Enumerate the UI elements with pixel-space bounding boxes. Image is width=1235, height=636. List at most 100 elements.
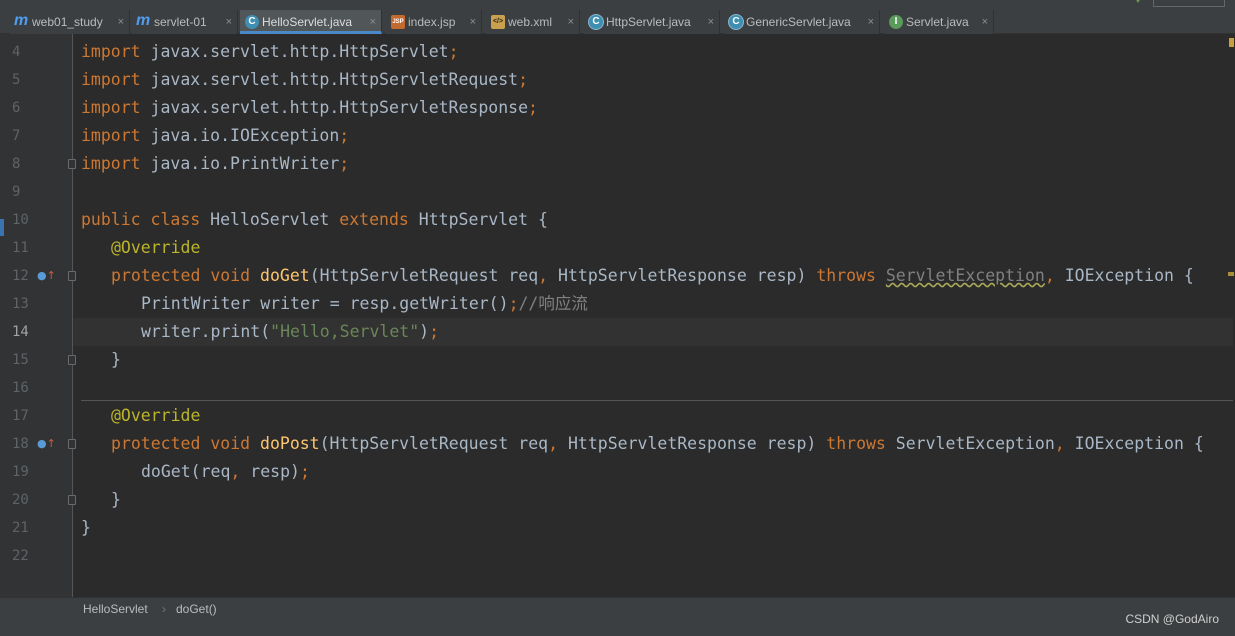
tab-label: HttpServlet.java bbox=[606, 15, 691, 29]
xml-file-icon: </> bbox=[491, 15, 505, 29]
code-text: doGet(req bbox=[141, 462, 231, 481]
code-text: ) bbox=[419, 322, 430, 341]
comment: //响应流 bbox=[518, 294, 588, 313]
close-icon[interactable]: × bbox=[470, 10, 476, 34]
class-name: HelloServlet bbox=[200, 210, 340, 229]
keyword: protected void bbox=[111, 434, 251, 453]
overrides-method-icon[interactable]: ●↑ bbox=[37, 437, 56, 451]
code-text: javax.servlet.http.HttpServletRequest bbox=[140, 70, 519, 89]
watermark: CSDN @GodAiro bbox=[1125, 612, 1219, 626]
line-number: 15 bbox=[12, 352, 29, 368]
annotation: @Override bbox=[111, 238, 201, 257]
code-editor[interactable]: import javax.servlet.http.HttpServlet; i… bbox=[73, 34, 1235, 597]
overrides-method-icon[interactable]: ●↑ bbox=[37, 269, 56, 283]
close-icon[interactable]: × bbox=[568, 10, 574, 34]
comma: , bbox=[548, 434, 559, 453]
keyword: import bbox=[81, 42, 141, 61]
tab-servlet-java[interactable]: I Servlet.java × bbox=[884, 10, 994, 34]
semicolon: ; bbox=[508, 294, 519, 313]
keyword: throws bbox=[816, 266, 876, 285]
code-text: } bbox=[111, 350, 121, 369]
code-text: ServletException bbox=[885, 434, 1055, 453]
tab-label: GenericServlet.java bbox=[746, 15, 851, 29]
line-number: 18 bbox=[12, 436, 29, 452]
java-class-icon: C bbox=[245, 15, 259, 29]
semicolon: ; bbox=[299, 462, 310, 481]
run-config-selector[interactable] bbox=[1153, 0, 1225, 7]
semicolon: ; bbox=[518, 70, 529, 89]
code-text: javax.servlet.http.HttpServlet bbox=[140, 42, 449, 61]
line-number: 6 bbox=[12, 100, 21, 116]
tab-httpservlet-java[interactable]: C HttpServlet.java × bbox=[584, 10, 720, 34]
code-text: IOException { bbox=[1054, 266, 1194, 285]
line-number: 20 bbox=[12, 492, 29, 508]
close-icon[interactable]: × bbox=[226, 10, 232, 34]
editor-tab-bar: m web01_study × m servlet-01 × C HelloSe… bbox=[0, 0, 1235, 34]
code-text: (HttpServletRequest req bbox=[309, 266, 539, 285]
line-number: 8 bbox=[12, 156, 21, 172]
tab-label: web.xml bbox=[508, 15, 553, 29]
line-number: 7 bbox=[12, 128, 21, 144]
code-line-10: public class HelloServlet extends HttpSe… bbox=[81, 206, 548, 234]
keyword: import bbox=[81, 154, 141, 173]
keyword: throws bbox=[826, 434, 886, 453]
code-text: HttpServlet { bbox=[408, 210, 548, 229]
breadcrumb-class[interactable]: HelloServlet bbox=[83, 602, 148, 616]
semicolon: ; bbox=[448, 42, 459, 61]
tab-label: Servlet.java bbox=[906, 15, 969, 29]
warning-stripe[interactable] bbox=[1228, 272, 1234, 276]
code-text: } bbox=[81, 518, 91, 537]
breadcrumb-separator: › bbox=[162, 602, 166, 616]
tab-web01-study[interactable]: m web01_study × bbox=[10, 10, 130, 34]
keyword: import bbox=[81, 70, 141, 89]
semicolon: ; bbox=[339, 154, 350, 173]
close-icon[interactable]: × bbox=[868, 10, 874, 34]
line-number: 10 bbox=[12, 212, 29, 228]
code-line-17: @Override bbox=[81, 402, 200, 430]
code-text: resp) bbox=[240, 462, 300, 481]
code-text: javax.servlet.http.HttpServletResponse bbox=[140, 98, 529, 117]
breadcrumb-method[interactable]: doGet() bbox=[176, 602, 217, 616]
warning-stripe[interactable] bbox=[1229, 38, 1234, 47]
method-name: doPost bbox=[260, 434, 320, 453]
unused-warning: ServletException bbox=[885, 266, 1045, 285]
code-line-19: doGet(req, resp); bbox=[81, 458, 310, 486]
jsp-file-icon: JSP bbox=[391, 15, 405, 29]
code-text: IOException { bbox=[1064, 434, 1204, 453]
code-line-12: protected void doGet(HttpServletRequest … bbox=[81, 262, 1194, 290]
tab-label: servlet-01 bbox=[154, 15, 207, 29]
line-number: 12 bbox=[12, 268, 29, 284]
code-text: java.io.PrintWriter bbox=[140, 154, 340, 173]
tab-index-jsp[interactable]: JSP index.jsp × bbox=[386, 10, 482, 34]
keyword: import bbox=[81, 98, 141, 117]
tab-helloservlet-java[interactable]: C HelloServlet.java × bbox=[240, 10, 382, 34]
close-icon[interactable]: × bbox=[370, 10, 376, 31]
tab-web-xml[interactable]: </> web.xml × bbox=[486, 10, 580, 34]
tab-genericservlet-java[interactable]: C GenericServlet.java × bbox=[724, 10, 880, 34]
line-number: 22 bbox=[12, 548, 29, 564]
code-text: writer.print( bbox=[141, 322, 271, 341]
code-line-11: @Override bbox=[81, 234, 200, 262]
tab-label: HelloServlet.java bbox=[262, 15, 353, 29]
check-icon: ✔ bbox=[1135, 0, 1143, 6]
code-text: HttpServletResponse resp) bbox=[558, 434, 827, 453]
close-icon[interactable]: × bbox=[118, 10, 124, 34]
keyword: protected void bbox=[111, 266, 251, 285]
line-number: 16 bbox=[12, 380, 29, 396]
maven-module-icon: m bbox=[136, 12, 151, 29]
code-line-15: } bbox=[81, 346, 121, 374]
tab-servlet-01[interactable]: m servlet-01 × bbox=[132, 10, 238, 34]
code-line-20: } bbox=[81, 486, 121, 514]
breadcrumb-bar: HelloServlet › doGet() CSDN @GodAiro bbox=[0, 597, 1235, 636]
close-icon[interactable]: × bbox=[708, 10, 714, 34]
line-number: 5 bbox=[12, 72, 21, 88]
code-text: PrintWriter writer = resp.getWriter() bbox=[141, 294, 509, 313]
semicolon: ; bbox=[339, 126, 350, 145]
close-icon[interactable]: × bbox=[982, 10, 988, 34]
line-number-current: 14 bbox=[12, 324, 29, 340]
semicolon: ; bbox=[528, 98, 538, 117]
string-literal: "Hello,Servlet" bbox=[270, 322, 420, 341]
interface-icon: I bbox=[889, 15, 903, 29]
code-line-13: PrintWriter writer = resp.getWriter();//… bbox=[81, 290, 588, 318]
annotation: @Override bbox=[111, 406, 201, 425]
